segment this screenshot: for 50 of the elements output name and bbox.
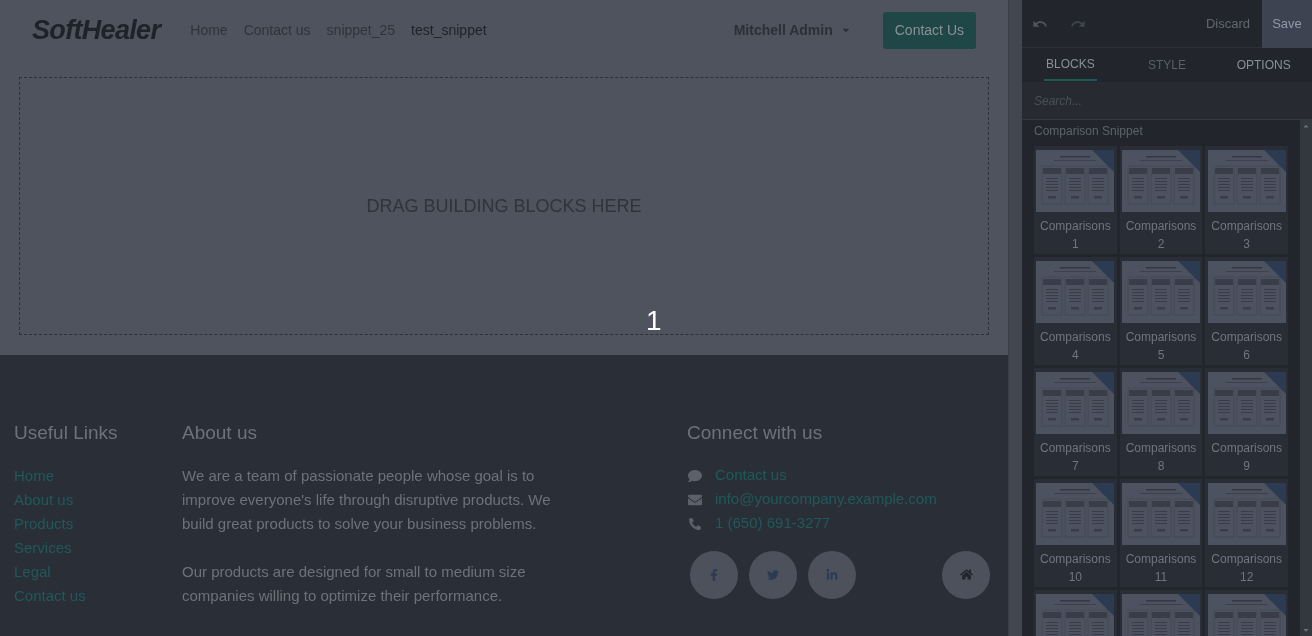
step-marker: 1: [646, 304, 662, 338]
home-icon: [959, 568, 973, 581]
panel-scrollbar[interactable]: [1300, 120, 1312, 636]
block-label: Comparisons 10: [1039, 551, 1111, 586]
facebook-icon: [708, 568, 720, 581]
block-label: Comparisons 4: [1039, 329, 1111, 364]
about-paragraph: Our products are designed for small to medium size companies willing to optimize their performance.: [182, 561, 527, 606]
block-label: Comparisons 1: [1039, 218, 1111, 253]
block-tile[interactable]: Comparisons 11: [1119, 479, 1203, 587]
scroll-down-icon: [1302, 626, 1310, 634]
social-button[interactable]: [690, 550, 738, 599]
page-scrollbar[interactable]: [1008, 0, 1022, 636]
block-label: Comparisons 12: [1211, 551, 1282, 586]
block-label: Comparisons 9: [1211, 440, 1282, 475]
block-tile[interactable]: Comparisons 5: [1119, 257, 1203, 365]
linkedin-icon: [826, 568, 838, 581]
footer-heading: Useful Links: [14, 421, 119, 445]
block-label: Comparisons 3: [1211, 218, 1282, 253]
block-tile[interactable]: Comparisons 6: [1205, 257, 1288, 365]
block-tile[interactable]: Comparisons 4: [1034, 257, 1117, 365]
about-paragraph: We are a team of passionate people whose goal is to improve everyone's life through disruptive products. We build great products to solve your business problems.: [182, 465, 552, 534]
footer-heading: About us: [182, 421, 258, 445]
panel-tab[interactable]: OPTIONS: [1215, 48, 1312, 82]
block-tile[interactable]: Comparisons 12: [1205, 479, 1288, 587]
chat-icon: [688, 468, 702, 483]
block-label: Comparisons 7: [1039, 440, 1111, 475]
block-tile[interactable]: Comparisons 7: [1034, 368, 1117, 476]
scroll-up-icon: [1302, 122, 1310, 130]
social-button[interactable]: [808, 550, 856, 599]
twitter-icon: [767, 568, 779, 581]
block-tile[interactable]: Comparisons 8: [1119, 368, 1203, 476]
mail-icon: [688, 492, 702, 507]
contact-us-button[interactable]: Contact Us: [882, 11, 976, 49]
section-title: Comparison Snippet: [1033, 123, 1144, 140]
block-label: Comparisons 6: [1211, 329, 1282, 364]
phone-icon: [689, 517, 701, 530]
block-tile[interactable]: Comparisons 2: [1119, 146, 1203, 254]
block-label: Comparisons 5: [1125, 329, 1197, 364]
footer-heading: Connect with us: [687, 421, 824, 445]
block-tile[interactable]: Comparisons 1: [1034, 146, 1117, 254]
save-button[interactable]: Save: [1262, 0, 1312, 48]
home-button[interactable]: [942, 550, 990, 599]
block-tile[interactable]: Comparisons 9: [1205, 368, 1288, 476]
block-label: Comparisons 2: [1125, 218, 1197, 253]
block-label: Comparisons 11: [1125, 551, 1197, 586]
social-button[interactable]: [749, 550, 797, 599]
block-label: Comparisons 8: [1125, 440, 1197, 475]
block-tile[interactable]: Comparisons 10: [1034, 479, 1117, 587]
block-tile[interactable]: Comparisons 3: [1205, 146, 1288, 254]
discard-button[interactable]: Discard: [1193, 0, 1262, 48]
